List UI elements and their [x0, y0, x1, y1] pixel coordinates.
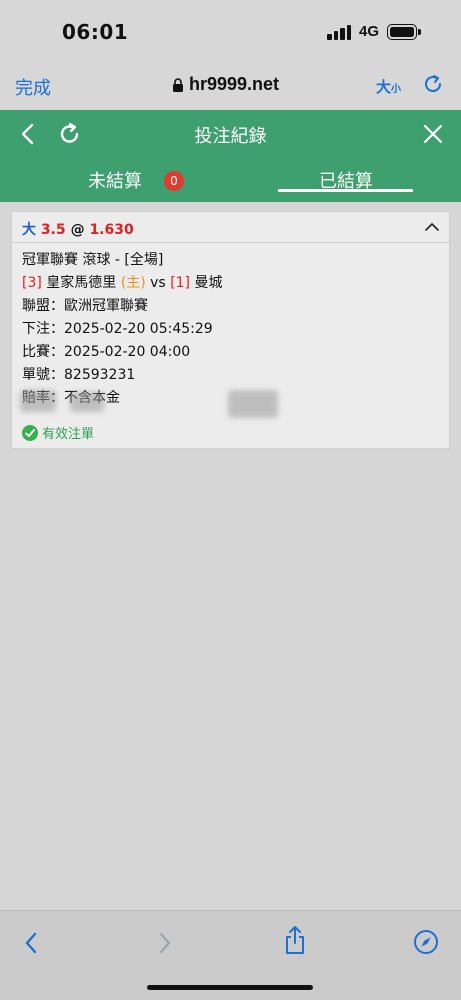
text-size-small: 小 — [391, 84, 402, 95]
lock-icon — [173, 77, 183, 92]
check-icon — [22, 424, 38, 441]
bet-teams: [3] 皇家馬德里 (主) vs [1] 曼城 — [22, 272, 222, 295]
bet-line: 3.5 — [40, 222, 66, 238]
bet-side: 大 — [22, 222, 36, 238]
bet-market: 冠軍聯賽 滾球 - [全場] — [22, 252, 164, 268]
tab-bar: 未結算 0 已結算 — [0, 158, 461, 202]
vs-label: vs — [150, 275, 166, 291]
bet-at: @ — [70, 222, 85, 238]
battery-tip — [418, 29, 421, 35]
reload-icon[interactable] — [422, 73, 444, 95]
share-icon[interactable] — [283, 925, 307, 955]
home-team: 皇家馬德里 — [46, 275, 117, 291]
status-time: 06:01 — [62, 20, 129, 44]
active-tab-indicator — [278, 189, 413, 192]
page-title: 投注紀錄 — [194, 126, 267, 147]
app-header: 投注紀錄 — [0, 110, 461, 158]
network-label: 4G — [359, 23, 380, 40]
address-bar[interactable]: hr9999.net — [172, 74, 279, 95]
bet-status-label: 有效注單 — [42, 427, 95, 442]
bet-record-card: 大 3.5 @ 1.630 冠軍聯賽 滾球 - [全場] [3] 皇家馬德里 (… — [11, 211, 450, 449]
bet-card-header[interactable]: 大 3.5 @ 1.630 — [12, 212, 449, 243]
text-size-button[interactable]: 大小 — [376, 76, 401, 97]
bet-match-time: 比賽：2025-02-20 04:00 — [22, 344, 191, 360]
done-button[interactable]: 完成 — [15, 74, 51, 100]
home-rank: [3] — [22, 275, 42, 291]
status-bar: 06:01 4G — [0, 0, 461, 62]
unsettled-count-badge: 0 — [164, 171, 184, 191]
home-indicator[interactable] — [147, 985, 313, 990]
redaction-smudge — [70, 392, 104, 412]
address-text: hr9999.net — [189, 74, 280, 94]
signal-icon — [327, 25, 353, 40]
text-size-big: 大 — [376, 78, 392, 96]
bet-status: 有效注單 — [22, 423, 94, 442]
bet-ticket-number: 單號：82593231 — [22, 367, 136, 383]
bet-details: 冠軍聯賽 滾球 - [全場] [3] 皇家馬德里 (主) vs [1] 曼城 聯… — [22, 249, 222, 410]
bet-pick: 大 3.5 @ 1.630 — [22, 219, 134, 239]
bet-league: 聯盟：歐洲冠軍聯賽 — [22, 298, 148, 314]
close-icon[interactable] — [423, 124, 443, 144]
redaction-smudge — [20, 390, 56, 412]
away-rank: [1] — [170, 275, 191, 291]
bet-odds: 1.630 — [89, 222, 134, 238]
browser-forward-icon[interactable] — [156, 931, 174, 955]
redaction-smudge — [228, 390, 278, 418]
chevron-up-icon[interactable] — [425, 222, 439, 232]
browser-bar: 完成 hr9999.net 大小 — [0, 62, 461, 110]
away-team: 曼城 — [194, 275, 223, 291]
tab-unsettled[interactable]: 未結算 — [88, 167, 142, 193]
home-tag: (主) — [120, 275, 146, 291]
compass-icon[interactable] — [413, 929, 439, 955]
battery-icon — [387, 24, 417, 40]
bet-placed-time: 下注：2025-02-20 05:45:29 — [22, 321, 213, 337]
browser-back-icon[interactable] — [22, 931, 40, 955]
